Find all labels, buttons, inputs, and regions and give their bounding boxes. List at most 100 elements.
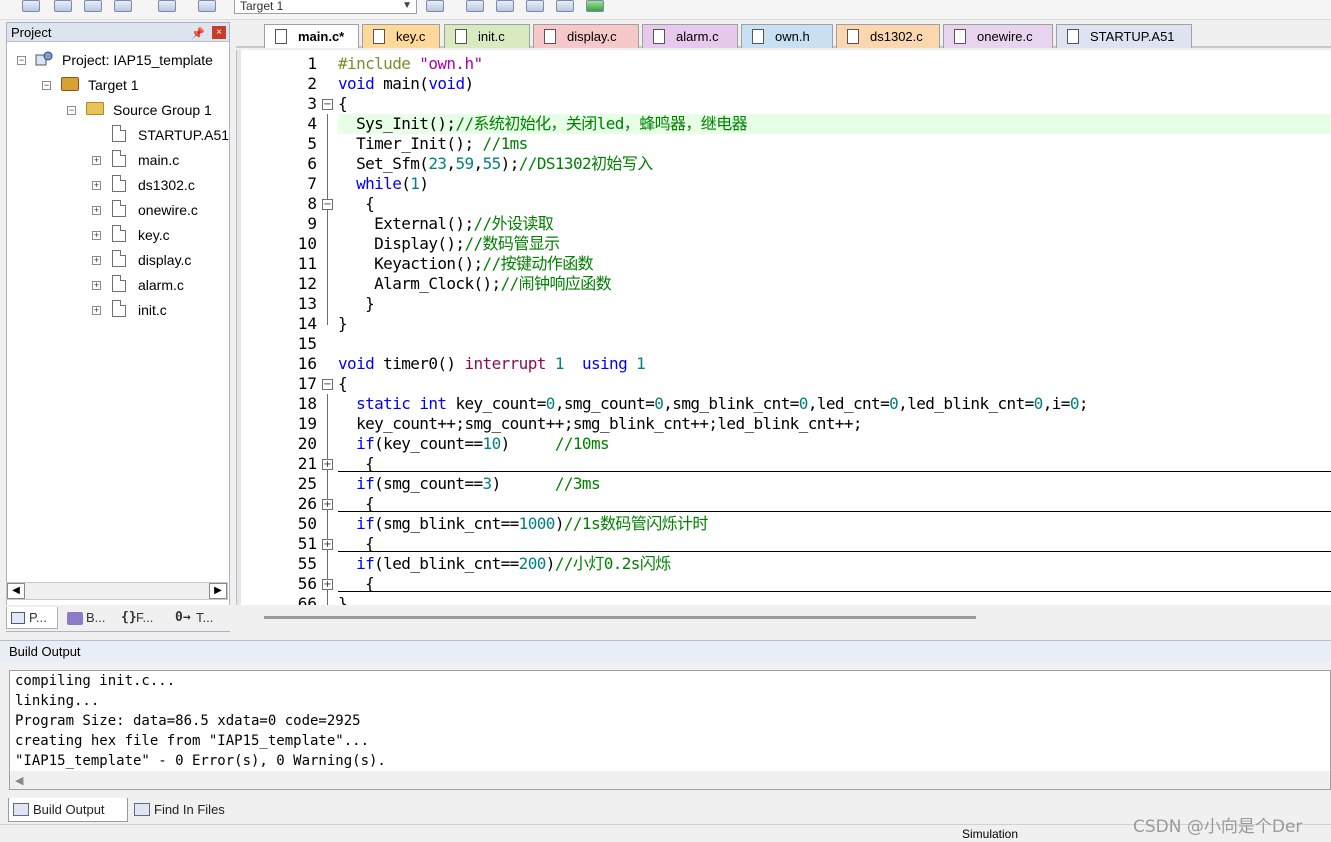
build-icon[interactable] bbox=[54, 0, 72, 12]
scrollbar-thumb[interactable] bbox=[264, 616, 976, 619]
fold-expand-icon[interactable]: + bbox=[322, 579, 333, 590]
expand-toggle[interactable]: + bbox=[92, 306, 101, 315]
keyword-token: if bbox=[338, 554, 375, 573]
scroll-right-arrow-icon[interactable]: ▶ bbox=[209, 583, 227, 599]
expand-toggle[interactable]: + bbox=[92, 231, 101, 240]
manage-components-icon[interactable] bbox=[426, 0, 444, 12]
pack-installer-icon[interactable] bbox=[556, 0, 574, 12]
tree-item-file[interactable]: alarm.c bbox=[138, 274, 184, 296]
editor-horizontal-scrollbar[interactable] bbox=[236, 605, 1331, 631]
tab-display-c[interactable]: display.c bbox=[533, 24, 639, 48]
code-line: 14 } bbox=[237, 314, 1331, 334]
tab-key-c[interactable]: key.c bbox=[362, 24, 440, 48]
tab-functions-label: F... bbox=[136, 610, 154, 625]
fold-collapse-icon[interactable]: − bbox=[322, 199, 333, 210]
line-number: 51 bbox=[297, 534, 317, 553]
code-token: ) bbox=[545, 554, 556, 573]
file-icon bbox=[112, 225, 126, 242]
code-line: 55 if(led_blink_cnt==200)//小灯0.2s闪烁 bbox=[237, 554, 1331, 574]
templates-tab-icon: 0→ bbox=[175, 610, 191, 625]
code-text: Display();//数码管显示 bbox=[338, 234, 560, 254]
find-icon[interactable] bbox=[466, 0, 484, 12]
component-icon[interactable] bbox=[526, 0, 544, 12]
tab-find-in-files-label: Find In Files bbox=[154, 802, 225, 817]
tree-item-source-group[interactable]: Source Group 1 bbox=[113, 99, 212, 121]
batch-build-icon[interactable] bbox=[114, 0, 132, 12]
build-output-scrollbar[interactable]: ◀ bbox=[10, 771, 1330, 789]
expand-toggle[interactable]: + bbox=[92, 256, 101, 265]
project-horizontal-scrollbar[interactable]: ◀ ▶ bbox=[6, 582, 228, 600]
fold-expand-icon[interactable]: + bbox=[322, 539, 333, 550]
build-output-console[interactable]: compiling init.c... linking... Program S… bbox=[9, 670, 1331, 790]
close-icon[interactable]: × bbox=[212, 26, 226, 39]
expand-toggle[interactable]: + bbox=[92, 181, 101, 190]
tree-item-project-label: Project: IAP15_template bbox=[62, 52, 213, 68]
comment-token: //3ms bbox=[554, 474, 601, 493]
rebuild-icon[interactable] bbox=[84, 0, 102, 12]
options-icon[interactable] bbox=[198, 0, 216, 12]
pin-icon[interactable]: 📌 bbox=[191, 25, 205, 44]
target-select[interactable]: Target 1 ▼ bbox=[234, 0, 417, 14]
collapse-target-toggle[interactable]: − bbox=[42, 81, 51, 90]
tab-init-c[interactable]: init.c bbox=[444, 24, 530, 48]
tab-own-h[interactable]: own.h bbox=[741, 24, 833, 48]
tree-item-file[interactable]: init.c bbox=[138, 299, 167, 321]
expand-toggle[interactable]: + bbox=[92, 281, 101, 290]
code-line: 2 void main(void) bbox=[237, 74, 1331, 94]
fold-collapse-icon[interactable]: − bbox=[322, 99, 333, 110]
code-text: while(1) bbox=[338, 174, 429, 194]
translate-icon[interactable] bbox=[22, 0, 40, 12]
tree-item-file[interactable]: STARTUP.A51 bbox=[138, 124, 229, 146]
tab-books[interactable]: B... bbox=[64, 607, 114, 629]
download-icon[interactable] bbox=[158, 0, 176, 12]
tab-onewire-c[interactable]: onewire.c bbox=[943, 24, 1053, 48]
tree-item-file[interactable]: key.c bbox=[138, 224, 170, 246]
code-line: 19 key_count++;smg_count++;smg_blink_cnt… bbox=[237, 414, 1331, 434]
code-token: ) bbox=[554, 514, 565, 533]
scroll-left-arrow-icon[interactable]: ◀ bbox=[15, 774, 23, 787]
scroll-left-arrow-icon[interactable]: ◀ bbox=[7, 583, 25, 599]
collapse-group-toggle[interactable]: − bbox=[67, 106, 76, 115]
tree-item-target[interactable]: Target 1 bbox=[88, 74, 139, 96]
code-text: key_count++;smg_count++;smg_blink_cnt++;… bbox=[338, 414, 862, 433]
select-packs-icon[interactable] bbox=[496, 0, 514, 12]
collapse-project-toggle[interactable]: − bbox=[17, 56, 26, 65]
tab-project[interactable]: P... bbox=[6, 607, 58, 629]
tree-item-file[interactable]: main.c bbox=[138, 149, 179, 171]
number-token: 10 bbox=[482, 434, 502, 453]
fold-collapse-icon[interactable]: − bbox=[322, 379, 333, 390]
code-token: ,led_blink_cnt= bbox=[898, 394, 1034, 413]
code-token: ) bbox=[491, 474, 555, 493]
code-editor[interactable]: 1 #include "own.h" 2 void main(void) 3 −… bbox=[236, 50, 1331, 605]
tree-item-file[interactable]: display.c bbox=[138, 249, 191, 271]
line-number: 12 bbox=[297, 274, 317, 293]
keyword-token: void bbox=[338, 354, 375, 373]
tab-alarm-c[interactable]: alarm.c bbox=[642, 24, 738, 48]
tab-label: display.c bbox=[567, 29, 617, 44]
tree-item-project[interactable]: Project: IAP15_template bbox=[62, 49, 213, 71]
keyword-token: static bbox=[338, 394, 411, 413]
tab-startup-a51[interactable]: STARTUP.A51 bbox=[1056, 24, 1192, 48]
tab-templates[interactable]: 0→ T... bbox=[172, 607, 228, 629]
file-icon bbox=[954, 29, 966, 44]
tab-find-in-files[interactable]: Find In Files bbox=[130, 798, 242, 822]
expand-toggle[interactable]: + bbox=[92, 206, 101, 215]
tree-item-file-label: display.c bbox=[138, 252, 192, 268]
code-line: 3 − { bbox=[237, 94, 1331, 114]
fold-expand-icon[interactable]: + bbox=[322, 499, 333, 510]
expand-toggle[interactable]: + bbox=[92, 156, 101, 165]
tree-item-file[interactable]: ds1302.c bbox=[138, 174, 195, 196]
tab-ds1302-c[interactable]: ds1302.c bbox=[836, 24, 940, 48]
toolbar: Target 1 ▼ bbox=[0, 0, 1331, 20]
number-token: 1 bbox=[554, 354, 565, 373]
fold-expand-icon[interactable]: + bbox=[322, 459, 333, 470]
tab-main-c[interactable]: main.c* bbox=[264, 24, 359, 48]
code-line: 10 Display();//数码管显示 bbox=[237, 234, 1331, 254]
tab-build-output[interactable]: Build Output bbox=[8, 798, 128, 822]
rte-icon[interactable] bbox=[586, 0, 604, 12]
number-token: 200 bbox=[518, 554, 547, 573]
tree-item-file-label: ds1302.c bbox=[138, 177, 195, 193]
tree-item-file[interactable]: onewire.c bbox=[138, 199, 198, 221]
code-token: ) bbox=[419, 174, 429, 193]
tab-functions[interactable]: {} F... bbox=[118, 607, 170, 629]
